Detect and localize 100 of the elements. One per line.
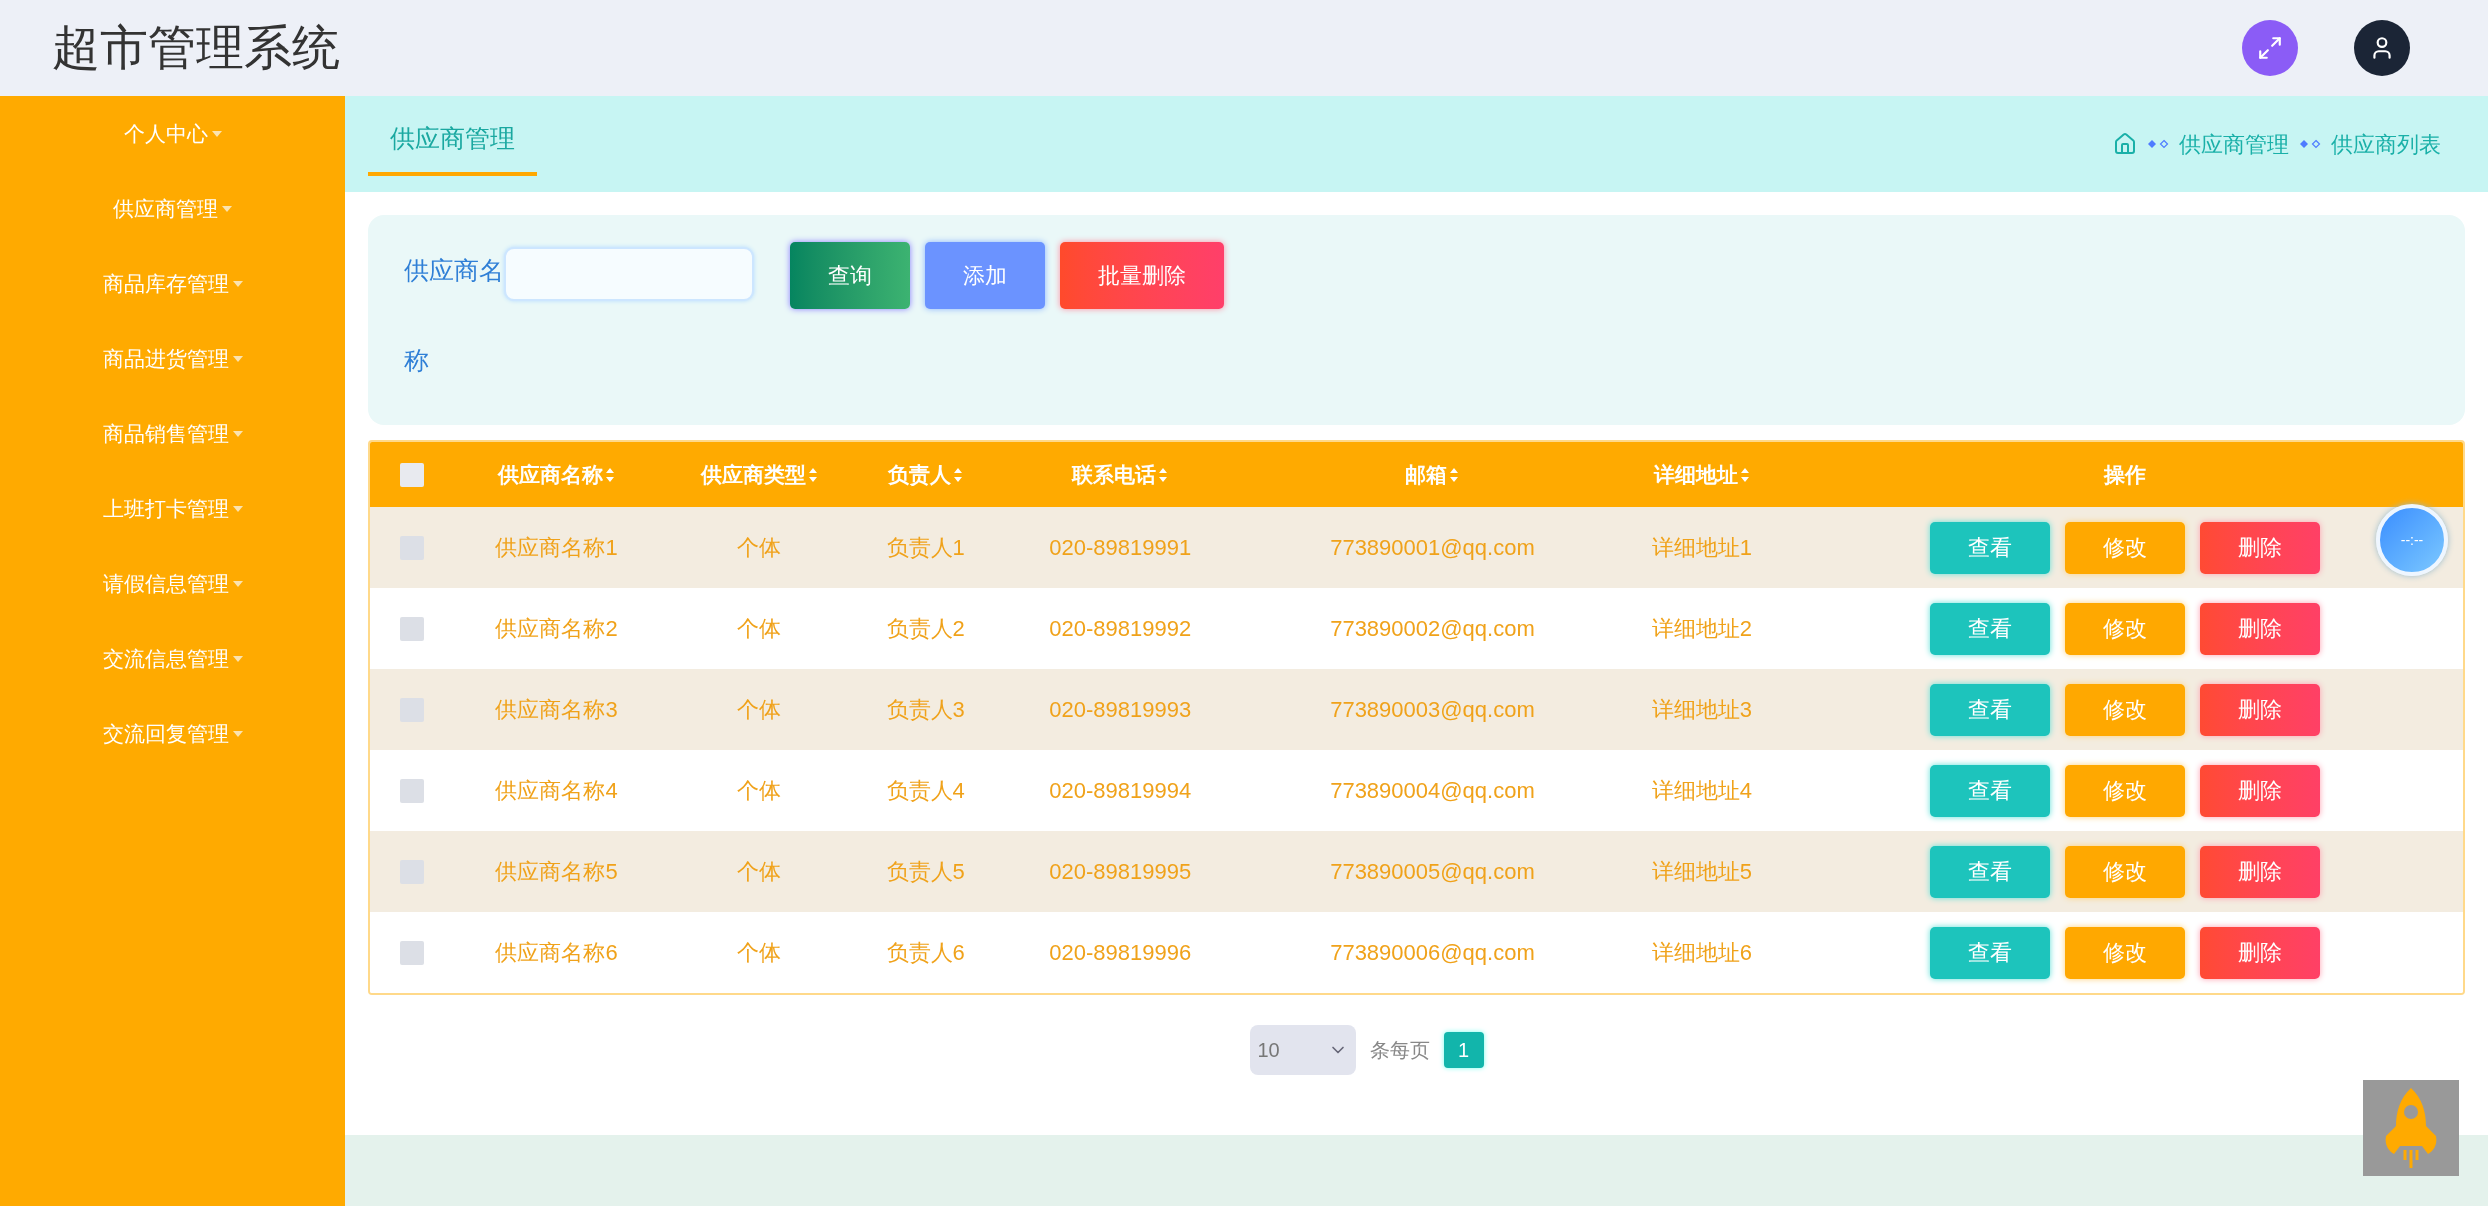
search-action-button[interactable]: 添加 [925,242,1045,309]
breadcrumb-link[interactable]: 供应商管理 [2179,127,2289,161]
row-action-button[interactable]: 修改 [2064,602,2185,655]
checkbox[interactable] [399,462,424,487]
row-action-button[interactable]: 查看 [1929,521,2050,574]
table-cell-text: 个体 [737,939,782,967]
table-cell-text: 详细地址1 [1651,534,1752,562]
sidebar-item[interactable]: 交流信息管理 [102,621,243,696]
caret-icon [232,505,243,512]
table-cell-text: 773890005@qq.com [1330,858,1535,886]
caret-icon [222,205,232,212]
row-action-button[interactable]: 删除 [2199,683,2320,736]
row-action-button[interactable]: 删除 [2199,521,2320,574]
sidebar-item[interactable]: 交流回复管理 [102,696,243,771]
row-action-button[interactable]: 删除 [2199,764,2320,817]
page-size-select[interactable]: 10 [1249,1025,1356,1075]
column-header: 供应商名称 [498,461,604,488]
table-cell-text: 020-89819996 [1049,939,1192,967]
table-cell-text: 负责人1 [886,534,965,562]
search-action-button[interactable]: 批量删除 [1060,242,1224,309]
table-cell-text: 供应商名称1 [495,534,618,562]
sidebar-item[interactable]: 上班打卡管理 [102,471,243,546]
checkbox[interactable] [399,616,424,641]
caret-icon [232,730,243,737]
back-to-top-button[interactable] [2363,1080,2459,1176]
table-cell-text: 773890002@qq.com [1330,615,1535,643]
row-action-button[interactable]: 修改 [2064,926,2185,979]
column-header: 负责人 [888,461,952,488]
sidebar-item[interactable]: 供应商管理 [113,171,232,246]
row-action-button[interactable]: 修改 [2064,521,2185,574]
search-label: 供应商名称 [404,255,504,376]
column-header: 详细地址 [1653,461,1738,488]
table-cell-text: 020-89819994 [1049,777,1192,805]
table-cell-text: 供应商名称2 [495,615,618,643]
table-cell-text: 负责人3 [886,696,965,724]
row-action-button[interactable]: 查看 [1929,926,2050,979]
table-cell-text: 020-89819995 [1049,858,1192,886]
table-cell-text: 负责人6 [886,939,965,967]
table-cell-text: 负责人2 [886,615,965,643]
column-header: 联系电话 [1072,461,1157,488]
table-cell-text: 详细地址4 [1651,777,1752,805]
checkbox[interactable] [399,778,424,803]
breadcrumb-link[interactable]: 供应商列表 [2331,127,2441,161]
row-action-button[interactable]: 查看 [1929,683,2050,736]
supplier-name-input[interactable] [504,247,754,301]
table-cell-text: 020-89819991 [1049,534,1192,562]
table-cell-text: 负责人4 [886,777,965,805]
row-action-button[interactable]: 删除 [2199,602,2320,655]
sidebar-item[interactable]: 商品销售管理 [102,396,243,471]
sidebar-item[interactable]: 商品库存管理 [102,246,243,321]
table-cell-text: 773890003@qq.com [1330,696,1535,724]
caret-icon [232,355,243,362]
row-action-button[interactable]: 修改 [2064,764,2185,817]
table-cell-text: 详细地址6 [1651,939,1752,967]
app-title: 超市管理系统 [52,20,340,76]
row-action-button[interactable]: 删除 [2199,926,2320,979]
sidebar-item[interactable]: 商品进货管理 [102,321,243,396]
page-tab[interactable]: 供应商管理 [368,106,537,176]
row-action-button[interactable]: 查看 [1929,764,2050,817]
row-action-button[interactable]: 查看 [1929,845,2050,898]
user-button[interactable] [2354,20,2410,76]
row-action-button[interactable]: 修改 [2064,845,2185,898]
caret-icon [232,430,243,437]
table-cell-text: 供应商名称6 [495,939,618,967]
caret-icon [232,280,243,287]
column-header: 供应商类型 [700,461,806,488]
row-action-button[interactable]: 查看 [1929,602,2050,655]
home-icon[interactable] [2113,132,2137,156]
fullscreen-button[interactable] [2242,20,2298,76]
table-cell-text: 详细地址5 [1651,858,1752,886]
table-cell-text: 供应商名称3 [495,696,618,724]
separator-icon [2299,139,2321,149]
per-page-label: 条每页 [1369,1038,1430,1063]
table-cell-text: 个体 [737,696,782,724]
table-cell-text: 供应商名称4 [495,777,618,805]
expand-icon [2257,35,2283,61]
row-action-button[interactable]: 删除 [2199,845,2320,898]
column-header: 邮箱 [1405,461,1448,488]
caret-icon [211,130,222,137]
table-cell-text: 个体 [737,777,782,805]
row-action-button[interactable]: 修改 [2064,683,2185,736]
sort-icon[interactable] [807,466,818,483]
page-number[interactable]: 1 [1443,1032,1484,1068]
sort-icon[interactable] [1449,466,1460,483]
table-cell-text: 负责人5 [886,858,965,886]
table-cell-text: 供应商名称5 [495,858,618,886]
sidebar-item[interactable]: 个人中心 [123,96,222,171]
search-action-button[interactable]: 查询 [790,242,910,309]
table-cell-text: 773890006@qq.com [1330,939,1535,967]
checkbox[interactable] [399,940,424,965]
sidebar-item[interactable]: 请假信息管理 [102,546,243,621]
table-cell-text: 详细地址2 [1651,615,1752,643]
sort-icon[interactable] [1739,466,1750,483]
sort-icon[interactable] [605,466,616,483]
caret-icon [232,655,243,662]
clock-text: --:-- [2400,530,2424,550]
sort-icon[interactable] [1158,466,1169,483]
table-cell-text: 020-89819993 [1049,696,1192,724]
table-cell-text: 773890001@qq.com [1330,534,1535,562]
sort-icon[interactable] [953,466,964,483]
